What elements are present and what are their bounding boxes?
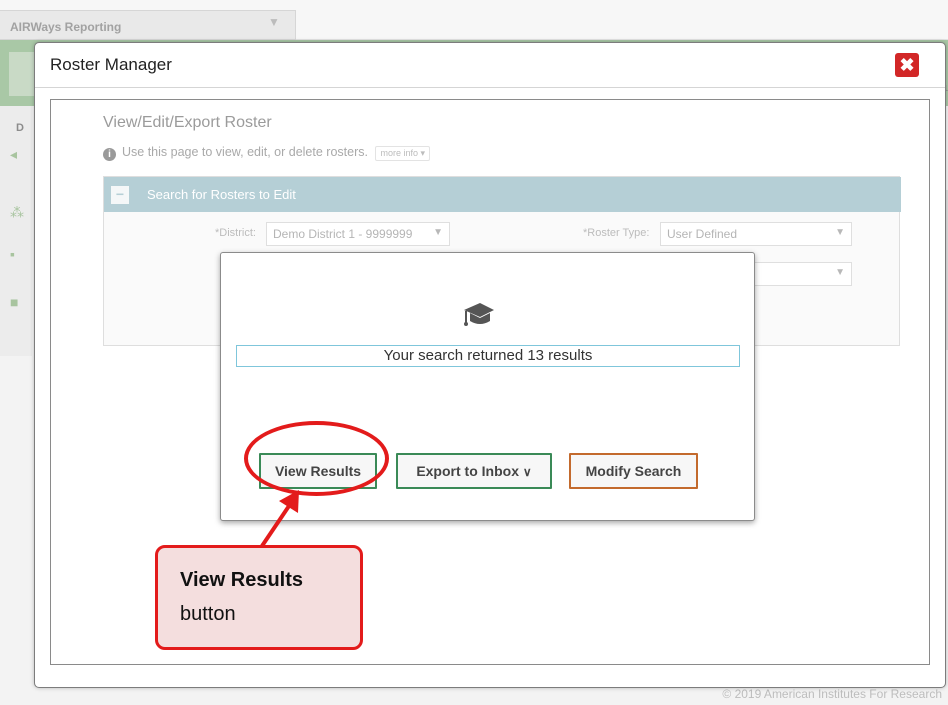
more-info-label: more info [380, 148, 418, 158]
callout-box: View Results button [155, 545, 363, 650]
district-value: Demo District 1 - 9999999 [273, 227, 413, 241]
roster-type-label: *Roster Type: [583, 227, 650, 239]
info-line: i Use this page to view, edit, or delete … [103, 145, 431, 161]
collapse-icon[interactable]: − [111, 186, 129, 204]
district-select[interactable]: Demo District 1 - 9999999 ▼ [266, 222, 450, 246]
chevron-down-icon: ∨ [522, 465, 532, 479]
copyright-text: © 2019 American Institutes For Research [722, 687, 942, 701]
app-selector[interactable]: AIRWays Reporting ▼ [0, 10, 296, 40]
students-icon[interactable]: ▪ [10, 246, 15, 262]
compare-icon[interactable]: ◂ [10, 146, 17, 163]
app-selector-label: AIRWays Reporting [10, 20, 122, 34]
chevron-down-icon: ▼ [268, 15, 280, 29]
logo-icon [9, 52, 37, 96]
results-message: Your search returned 13 results [236, 345, 740, 367]
chevron-down-icon: ▼ [835, 267, 845, 278]
report-icon[interactable]: ■ [10, 294, 18, 310]
info-text: Use this page to view, edit, or delete r… [122, 145, 368, 159]
chevron-down-icon: ▼ [433, 227, 443, 238]
sidebar: D ◂ ⁂ ▪ ■ [0, 106, 32, 356]
graduation-cap-icon [464, 303, 494, 326]
roster-type-value: User Defined [667, 227, 738, 241]
roster-type-select[interactable]: User Defined ▼ [660, 222, 852, 246]
sidebar-letter: D [16, 122, 24, 134]
district-label: *District: [215, 227, 256, 239]
hierarchy-icon[interactable]: ⁂ [10, 204, 24, 221]
highlight-ellipse [244, 421, 389, 496]
chevron-down-icon: ▼ [835, 227, 845, 238]
callout-title: View Results [180, 569, 304, 591]
export-to-inbox-button[interactable]: Export to Inbox ∨ [396, 453, 552, 489]
page-title: View/Edit/Export Roster [103, 114, 272, 131]
modal-title: Roster Manager [50, 55, 172, 74]
callout-subtitle: button [180, 603, 236, 625]
close-icon[interactable]: ✖ [895, 53, 919, 77]
more-info-button[interactable]: more info ▾ [375, 146, 431, 161]
export-to-inbox-label: Export to Inbox [416, 463, 519, 479]
search-section-title: Search for Rosters to Edit [147, 187, 296, 202]
modify-search-button[interactable]: Modify Search [569, 453, 698, 489]
info-icon: i [103, 148, 116, 161]
search-section-header[interactable]: − Search for Rosters to Edit [104, 177, 901, 212]
modal-divider [35, 87, 945, 88]
